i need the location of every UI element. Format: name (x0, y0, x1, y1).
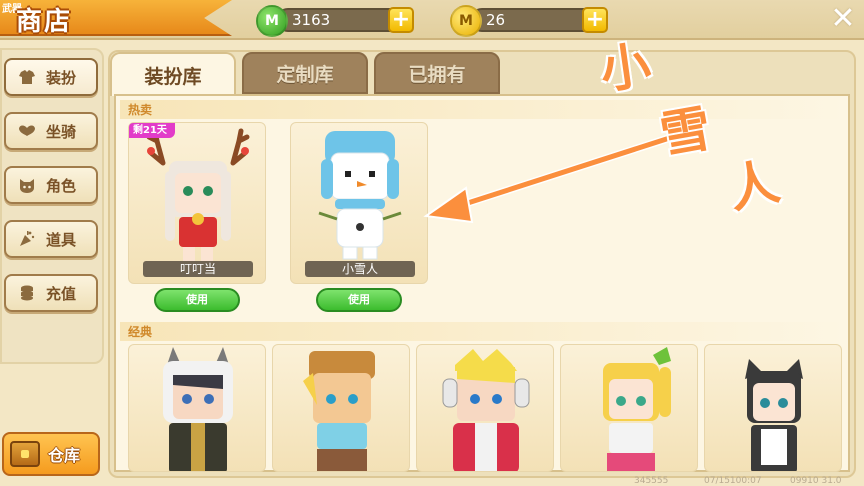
classic-item-card[interactable] (272, 344, 410, 472)
maid-girl-figure (745, 359, 803, 471)
tab-custom-library[interactable]: 定制库 (242, 52, 368, 94)
category-sidebar: 装扮 坐骑 角色 道具 充值 (0, 48, 104, 364)
annotation-char-1: 小 (596, 35, 655, 101)
headphone-boy-figure (442, 349, 530, 471)
warehouse-label: 仓库 (48, 446, 81, 465)
add-gold-coins-button[interactable]: + (582, 7, 608, 33)
page-title: 商店 (16, 7, 73, 37)
annotation-arrow (423, 130, 686, 224)
sidebar-item-mount[interactable]: 坐骑 (4, 112, 98, 150)
add-mini-coins-button[interactable]: + (388, 7, 414, 33)
coin-stack-icon (18, 284, 36, 302)
section-hot-title: 热卖 (120, 100, 844, 119)
use-button[interactable]: 使用 (154, 288, 240, 312)
sidebar-item-label: 坐骑 (46, 122, 77, 141)
shirt-icon (18, 68, 36, 86)
footer-id-c: 09910 31.0 (790, 476, 842, 486)
time-limit-badge: 剩21天 (129, 123, 175, 138)
mini-coin-amount: 3163 (292, 11, 331, 29)
close-button[interactable]: ✕ (828, 4, 858, 34)
warehouse-button[interactable]: 仓库 (2, 432, 100, 476)
item-card-dingdingdang[interactable]: 剩21天 叮叮当 (128, 122, 266, 284)
sidebar-item-outfit[interactable]: 装扮 (4, 58, 98, 96)
cat-face-icon (18, 176, 36, 194)
gold-coin-amount: 26 (486, 11, 506, 29)
tab-outfit-library[interactable]: 装扮库 (110, 52, 236, 96)
mini-coin-counter: 3163 M + (256, 5, 416, 37)
title-banner: 武器 商店 (0, 0, 232, 36)
confetti-icon (18, 230, 36, 248)
classic-item-card[interactable] (704, 344, 842, 472)
gold-coin-icon: M (450, 5, 482, 37)
section-classic-title: 经典 (120, 322, 844, 341)
use-button[interactable]: 使用 (316, 288, 402, 312)
sidebar-item-character[interactable]: 角色 (4, 166, 98, 204)
sidebar-item-props[interactable]: 道具 (4, 220, 98, 258)
tab-owned[interactable]: 已拥有 (374, 52, 500, 94)
top-bar: 武器 商店 3163 M + 26 M + ✕ (0, 0, 864, 40)
classic-item-card[interactable] (416, 344, 554, 472)
sidebar-item-label: 充值 (46, 284, 77, 303)
footer-id-b: 07/15100:07 (704, 476, 762, 486)
classic-item-card[interactable] (128, 344, 266, 472)
wolf-warrior-figure (163, 347, 233, 471)
gold-coin-counter: 26 M + (450, 5, 610, 37)
treasure-chest-icon (10, 441, 40, 467)
sidebar-item-recharge[interactable]: 充值 (4, 274, 98, 312)
wings-icon (18, 122, 36, 140)
footer-id-a: 345555 (634, 476, 669, 486)
mini-coin-icon: M (256, 5, 288, 37)
item-card-snowman[interactable]: 小雪人 (290, 122, 428, 284)
item-name: 小雪人 (305, 261, 415, 277)
sidebar-item-label: 道具 (46, 230, 77, 249)
sidebar-item-label: 装扮 (46, 68, 77, 87)
explorer-boy-figure (303, 351, 375, 471)
blonde-girl-figure (603, 347, 671, 471)
classic-item-card[interactable] (560, 344, 698, 472)
sidebar-item-label: 角色 (46, 176, 77, 195)
item-name: 叮叮当 (143, 261, 253, 277)
